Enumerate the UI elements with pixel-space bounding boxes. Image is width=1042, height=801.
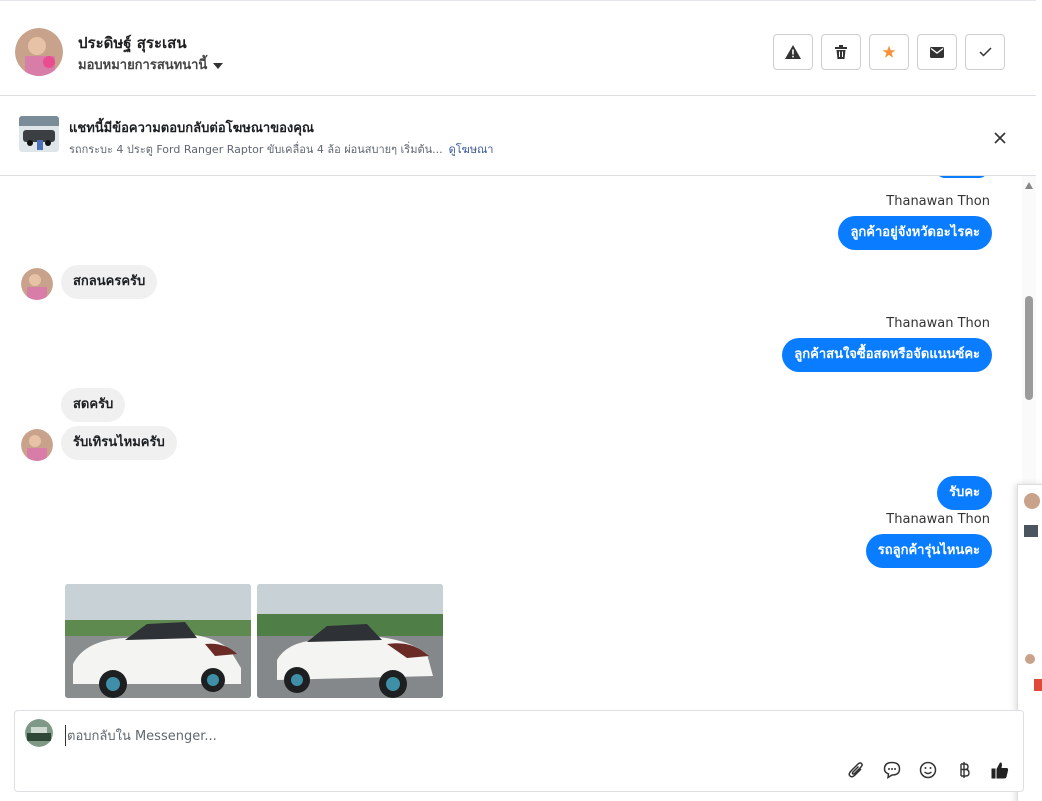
- delete-button[interactable]: [821, 34, 861, 70]
- message-bubble-outgoing: รับคะ: [937, 476, 992, 510]
- envelope-icon: [930, 46, 944, 58]
- ad-banner-description: รถกระบะ 4 ประตู Ford Ranger Raptor ขับเค…: [69, 140, 493, 158]
- warning-icon: [785, 45, 801, 59]
- page-avatar: [25, 719, 53, 747]
- star-button[interactable]: [869, 34, 909, 70]
- close-icon: [994, 132, 1006, 144]
- message-bubble-incoming: รับเทิรนไหมครับ: [61, 426, 177, 460]
- message-bubble-outgoing: ลูกค้าสนใจซื้อสดหรือจัดแนนซ์คะ: [782, 338, 992, 372]
- message-bubble-incoming: สกลนครครับ: [61, 265, 158, 299]
- report-spam-button[interactable]: [773, 34, 813, 70]
- contact-avatar[interactable]: [15, 28, 63, 76]
- scroll-up-arrow-icon[interactable]: [1025, 182, 1033, 189]
- attach-file-button[interactable]: [845, 759, 867, 781]
- conversation-actions: [773, 34, 1005, 70]
- emoji-button[interactable]: [917, 759, 939, 781]
- scroll-thumb[interactable]: [1025, 296, 1033, 400]
- caret-down-icon: [213, 62, 224, 69]
- sender-name: Thanawan Thon: [886, 316, 990, 331]
- message-thread[interactable]: Thanawan Thon ลูกค้าอยู่จังหวัดอะไรคะ สก…: [0, 176, 1020, 698]
- thumbs-up-icon: [991, 762, 1009, 779]
- contact-name[interactable]: ประดิษฐ์ สุระเสน: [78, 31, 187, 55]
- photo-attachment[interactable]: [257, 584, 443, 698]
- message-bubble-incoming: สดครับ: [61, 388, 126, 422]
- like-button[interactable]: [989, 759, 1011, 781]
- baht-icon: [960, 762, 970, 778]
- ad-banner-title: แชทนี้มีข้อความตอบกลับต่อโฆษณาของคุณ: [69, 121, 314, 136]
- reply-input[interactable]: ตอบกลับใน Messenger...: [65, 725, 217, 746]
- sender-name: Thanawan Thon: [886, 512, 990, 527]
- contact-avatar-small: [21, 429, 53, 461]
- ad-reply-banner: แชทนี้มีข้อความตอบกลับต่อโฆษณาของคุณ รถก…: [0, 96, 1036, 176]
- payment-button[interactable]: [953, 759, 975, 781]
- sender-name: Thanawan Thon: [886, 194, 990, 209]
- chat-bubble-icon: [883, 761, 901, 779]
- assign-label: มอบหมายการสนทนานี้: [78, 58, 208, 73]
- conversation-header: ประดิษฐ์ สุระเสน มอบหมายการสนทนานี้: [0, 0, 1036, 96]
- paperclip-icon: [848, 762, 863, 778]
- trash-icon: [835, 45, 847, 59]
- reply-composer: ตอบกลับใน Messenger...: [14, 710, 1024, 792]
- view-ad-link[interactable]: ดูโฆษณา: [449, 143, 494, 156]
- assign-conversation-dropdown[interactable]: มอบหมายการสนทนานี้: [78, 54, 224, 75]
- close-banner-button[interactable]: [990, 128, 1010, 148]
- message-bubble-outgoing: [936, 176, 988, 178]
- saved-replies-button[interactable]: [881, 759, 903, 781]
- contact-avatar-small: [21, 268, 53, 300]
- message-bubble-outgoing: รถลูกค้ารุ่นไหนคะ: [865, 534, 992, 568]
- mark-unread-button[interactable]: [917, 34, 957, 70]
- photo-attachment[interactable]: [65, 584, 251, 698]
- star-icon: [882, 45, 896, 58]
- ad-thumbnail[interactable]: [19, 116, 59, 152]
- mark-done-button[interactable]: [965, 34, 1005, 70]
- smiley-icon: [919, 761, 937, 779]
- message-bubble-outgoing: ลูกค้าอยู่จังหวัดอะไรคะ: [838, 216, 992, 250]
- composer-toolbar: [845, 759, 1011, 781]
- checkmark-icon: [978, 47, 992, 57]
- ad-description-text: รถกระบะ 4 ประตู Ford Ranger Raptor ขับเค…: [69, 143, 443, 156]
